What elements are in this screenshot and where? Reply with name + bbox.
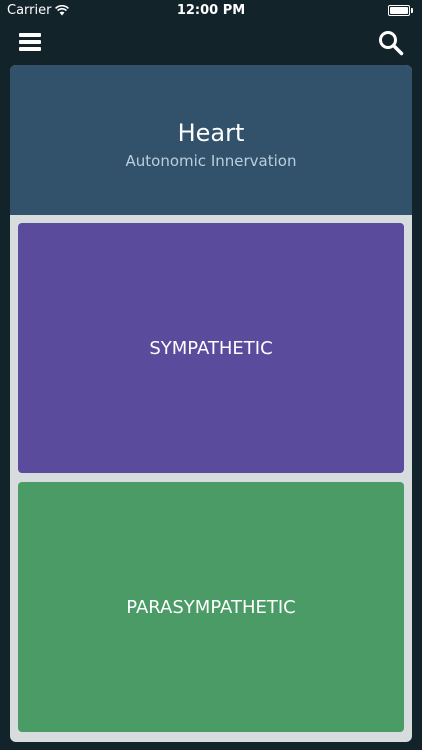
card-header: Heart Autonomic Innervation (10, 65, 412, 215)
parasympathetic-button[interactable]: PARASYMPATHETIC (18, 482, 404, 732)
card-subtitle: Autonomic Innervation (125, 152, 297, 170)
card-title: Heart (177, 119, 245, 147)
menu-button[interactable] (18, 31, 42, 53)
parasympathetic-label: PARASYMPATHETIC (126, 596, 296, 618)
sympathetic-button[interactable]: SYMPATHETIC (18, 223, 404, 473)
sympathetic-label: SYMPATHETIC (149, 337, 273, 359)
battery-icon (388, 5, 414, 16)
status-bar: Carrier 12:00 PM (0, 0, 422, 22)
search-icon (379, 31, 404, 56)
status-time: 12:00 PM (176, 3, 246, 18)
hamburger-menu-icon (19, 33, 41, 51)
navigation-bar (0, 22, 422, 64)
topic-card: Heart Autonomic Innervation SYMPATHETIC … (10, 65, 412, 742)
search-button[interactable] (378, 30, 404, 56)
